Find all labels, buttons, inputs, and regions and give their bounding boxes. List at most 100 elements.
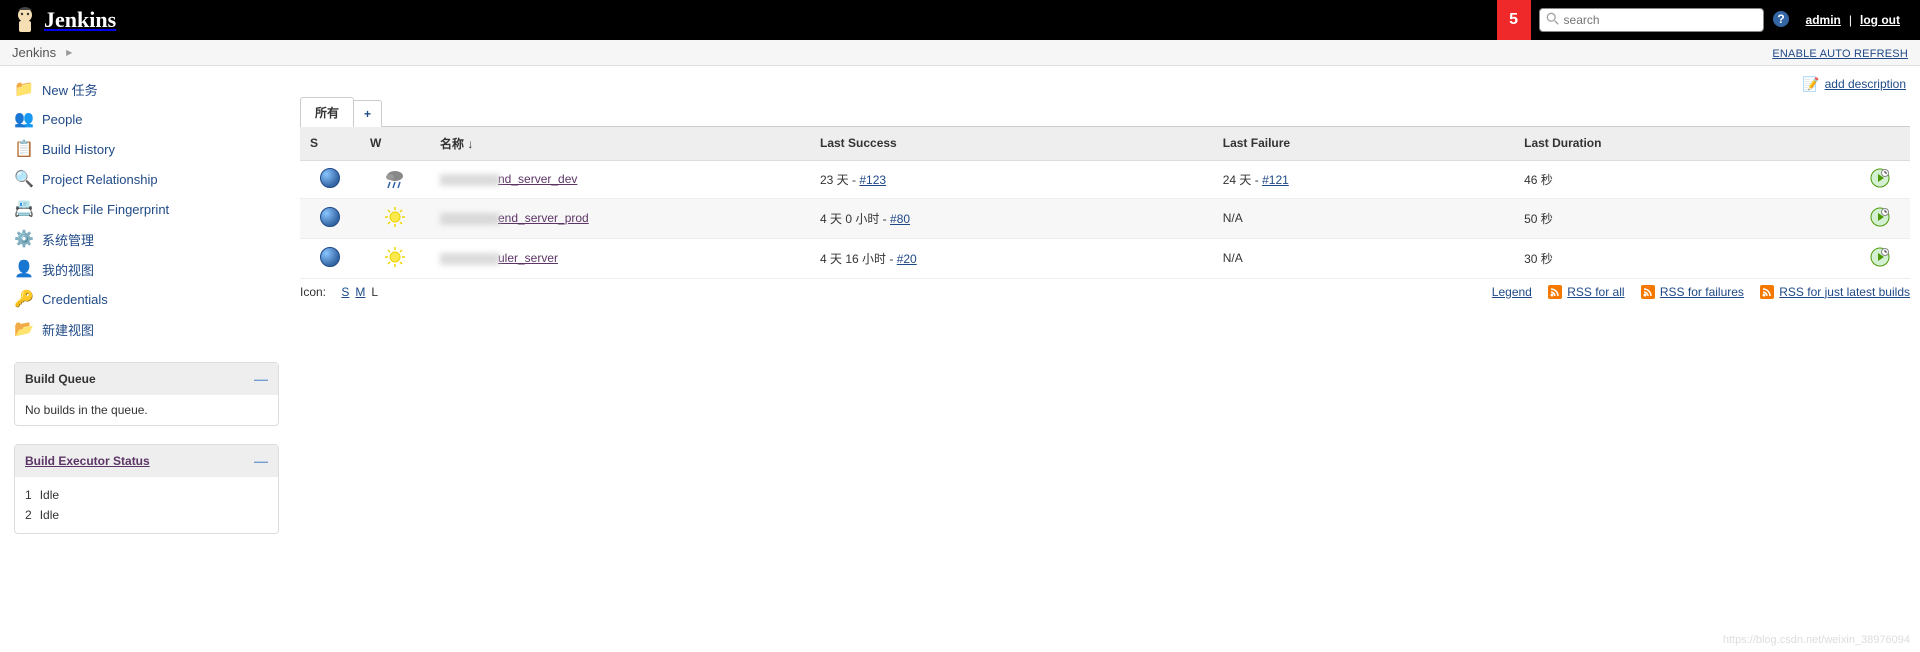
sidebar-item-my-views[interactable]: 👤 我的视图 xyxy=(14,254,290,284)
executor-status-title[interactable]: Build Executor Status xyxy=(25,454,150,468)
icon-size-l: L xyxy=(371,285,378,299)
col-failure[interactable]: Last Failure xyxy=(1213,126,1514,160)
jenkins-logo-icon xyxy=(12,5,38,35)
sidebar-item-fingerprint[interactable]: 📇Check File Fingerprint xyxy=(14,194,290,224)
col-status[interactable]: S xyxy=(300,126,360,160)
rss-failures-link[interactable]: RSS for failures xyxy=(1660,285,1744,299)
col-name[interactable]: 名称 ↓ xyxy=(430,126,810,160)
legend-link[interactable]: Legend xyxy=(1492,285,1532,299)
name-redacted xyxy=(440,253,500,265)
table-row: nd_server_dev 23 天 - #123 24 天 - #121 46 秒 xyxy=(300,160,1910,198)
build-link[interactable]: #80 xyxy=(890,212,910,226)
status-ball-icon[interactable] xyxy=(320,247,340,267)
table-footer: Icon: S M L Legend RSS for all RSS for f… xyxy=(300,285,1910,300)
collapse-icon[interactable]: — xyxy=(254,371,268,387)
main-panel: 📝 add description 所有 + S W 名称 ↓ Last Suc… xyxy=(290,66,1920,542)
search-input[interactable] xyxy=(1564,13,1757,27)
duration-cell: 46 秒 xyxy=(1514,160,1850,198)
col-duration[interactable]: Last Duration xyxy=(1514,126,1850,160)
status-ball-icon[interactable] xyxy=(320,168,340,188)
schedule-build-icon[interactable] xyxy=(1870,207,1890,227)
duration-cell: 50 秒 xyxy=(1514,198,1850,238)
edit-icon: 📝 xyxy=(1803,77,1819,93)
rss-icon xyxy=(1548,285,1562,299)
col-schedule xyxy=(1850,126,1910,160)
col-success[interactable]: Last Success xyxy=(810,126,1213,160)
icon-size-label: Icon: xyxy=(300,285,326,299)
sidebar-item-label[interactable]: 系统管理 xyxy=(42,230,94,249)
executor-id: 2 xyxy=(25,508,32,522)
sidebar-item-manage-jenkins[interactable]: ⚙️ 系统管理 xyxy=(14,224,290,254)
sidebar-item-credentials[interactable]: 🔑 Credentials xyxy=(14,284,290,314)
svg-text:?: ? xyxy=(1777,12,1784,26)
icon-size-s[interactable]: S xyxy=(341,285,349,299)
sidebar-item-build-history[interactable]: 📋 Build History xyxy=(14,134,290,164)
schedule-build-icon[interactable] xyxy=(1870,247,1890,267)
sidebar-item-new-item[interactable]: 📁 New 任务 xyxy=(14,74,290,104)
job-link[interactable]: uler_server xyxy=(498,251,558,265)
duration-cell: 30 秒 xyxy=(1514,238,1850,278)
side-panel: 📁 New 任务 👥 People 📋 Build History 🔍 Project Rel… xyxy=(0,66,290,542)
sidebar-item-label[interactable]: People xyxy=(42,112,82,127)
my-views-icon: 👤 xyxy=(14,259,34,279)
executor-row: 2Idle xyxy=(25,505,268,525)
search-box[interactable] xyxy=(1539,8,1764,32)
icon-size-m[interactable]: M xyxy=(355,285,365,299)
help-icon[interactable]: ? xyxy=(1772,10,1790,31)
chevron-right-icon: ▶ xyxy=(66,48,72,57)
schedule-build-icon[interactable] xyxy=(1870,168,1890,188)
name-redacted xyxy=(440,174,500,186)
sidebar-item-label[interactable]: Credentials xyxy=(42,292,108,307)
status-ball-icon[interactable] xyxy=(320,207,340,227)
build-link[interactable]: #121 xyxy=(1262,173,1289,187)
failure-na: N/A xyxy=(1223,251,1243,265)
notifications-badge[interactable]: 5 xyxy=(1497,0,1531,40)
add-description-link[interactable]: add description xyxy=(1825,77,1906,91)
rss-latest-link[interactable]: RSS for just latest builds xyxy=(1779,285,1910,299)
auto-refresh-link[interactable]: ENABLE AUTO REFRESH xyxy=(1772,48,1908,60)
success-prefix: 23 天 - xyxy=(820,173,859,187)
build-history-icon: 📋 xyxy=(14,139,34,159)
tab-add[interactable]: + xyxy=(354,100,382,127)
manage-jenkins-icon: ⚙️ xyxy=(14,229,34,249)
sidebar-item-label[interactable]: 新建视图 xyxy=(42,320,94,339)
credentials-icon: 🔑 xyxy=(14,289,34,309)
weather-rain-icon xyxy=(384,168,406,190)
product-name: Jenkins xyxy=(44,7,116,33)
sidebar-item-label[interactable]: New 任务 xyxy=(42,80,98,99)
breadcrumb-root[interactable]: Jenkins xyxy=(12,45,56,60)
sidebar-item-new-view[interactable]: 📂新建视图 xyxy=(14,314,290,344)
failure-na: N/A xyxy=(1223,211,1243,225)
failure-prefix: 24 天 - xyxy=(1223,173,1262,187)
sidebar-item-label[interactable]: Project Relationship xyxy=(42,172,158,187)
sidebar-item-project-relationship[interactable]: 🔍 Project Relationship xyxy=(14,164,290,194)
job-link[interactable]: nd_server_dev xyxy=(498,172,577,186)
logout-link[interactable]: log out xyxy=(1852,13,1908,27)
sidebar-item-label[interactable]: 我的视图 xyxy=(42,260,94,279)
table-row: uler_server 4 天 16 小时 - #20 N/A 30 秒 xyxy=(300,238,1910,278)
weather-sun-icon xyxy=(384,206,406,228)
job-link[interactable]: end_server_prod xyxy=(498,211,589,225)
weather-sun-icon xyxy=(384,246,406,268)
project-relationship-icon: 🔍 xyxy=(14,169,34,189)
rss-all-link[interactable]: RSS for all xyxy=(1567,285,1624,299)
build-queue-body: No builds in the queue. xyxy=(15,395,278,425)
success-prefix: 4 天 16 小时 - xyxy=(820,252,897,266)
collapse-icon[interactable]: — xyxy=(254,453,268,469)
name-redacted xyxy=(440,213,500,225)
executor-row: 1Idle xyxy=(25,485,268,505)
top-header: Jenkins 5 ? admin | log out xyxy=(0,0,1920,40)
rss-icon xyxy=(1641,285,1655,299)
jenkins-logo-link[interactable]: Jenkins xyxy=(12,5,116,35)
build-link[interactable]: #123 xyxy=(859,173,886,187)
sidebar-item-label[interactable]: Build History xyxy=(42,142,115,157)
sidebar-item-label[interactable]: Check File Fingerprint xyxy=(42,202,169,217)
new-item-icon: 📁 xyxy=(14,79,34,99)
col-weather[interactable]: W xyxy=(360,126,430,160)
build-queue-pane: Build Queue — No builds in the queue. xyxy=(14,362,279,426)
tab-all[interactable]: 所有 xyxy=(300,97,354,127)
people-icon: 👥 xyxy=(14,109,34,129)
sidebar-item-people[interactable]: 👥 People xyxy=(14,104,290,134)
user-link[interactable]: admin xyxy=(1798,13,1849,27)
build-link[interactable]: #20 xyxy=(897,252,917,266)
